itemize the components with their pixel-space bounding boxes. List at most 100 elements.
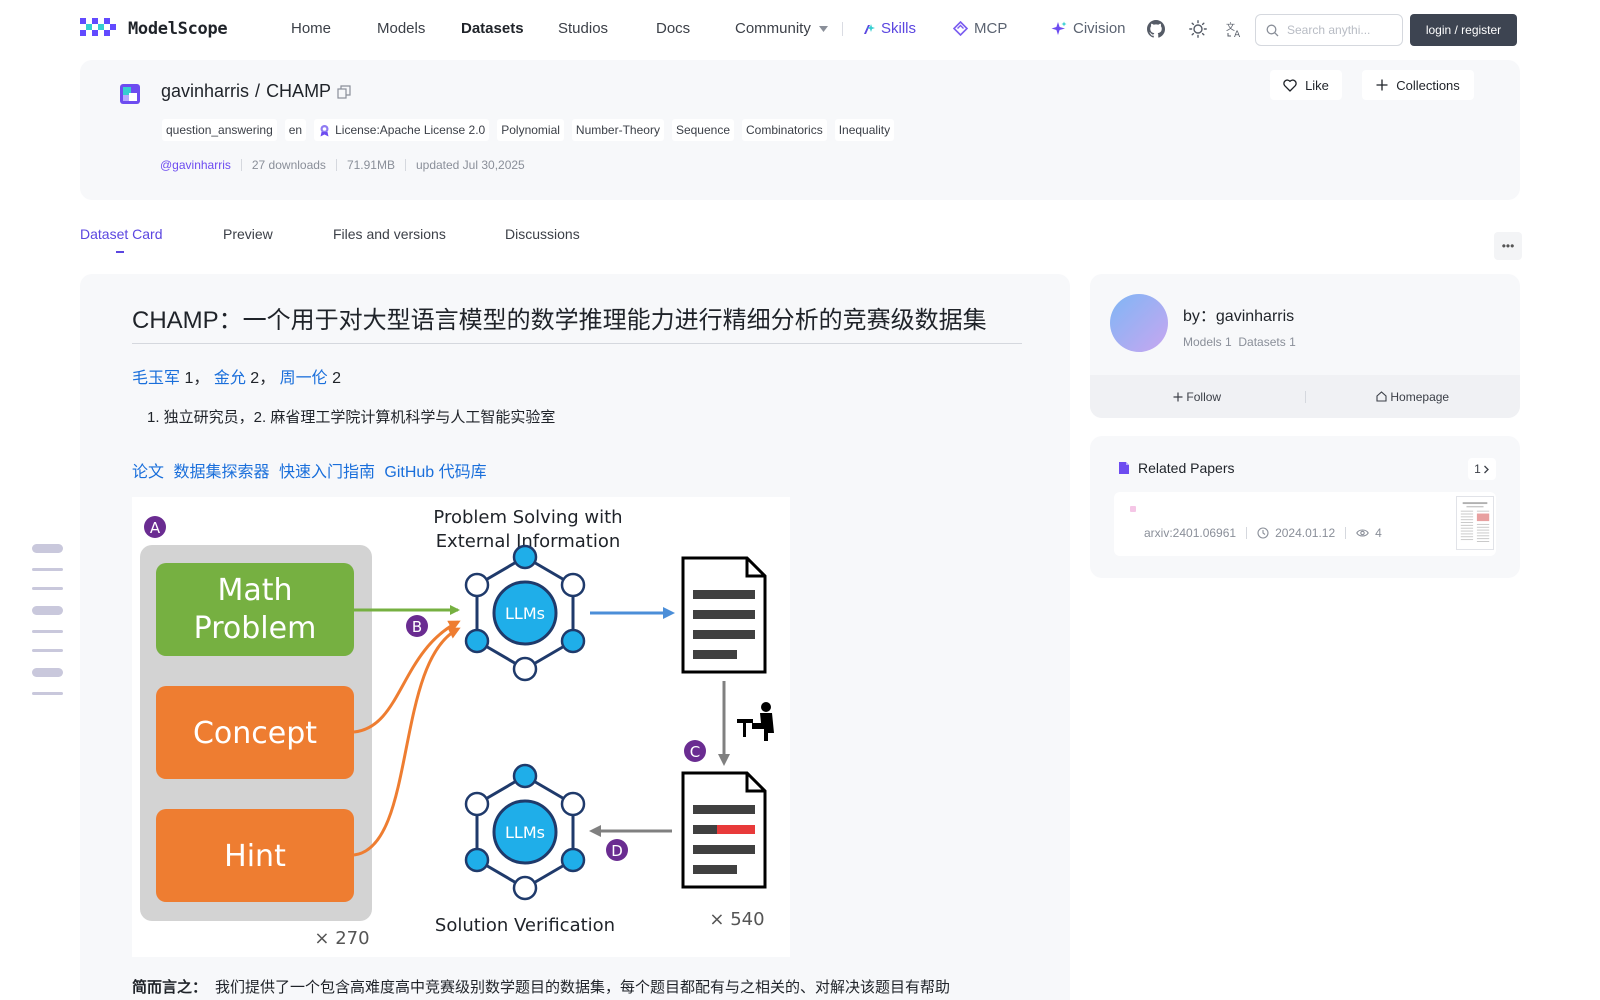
solution-document-icon: [681, 556, 767, 674]
toc-entry[interactable]: [32, 544, 63, 553]
chevron-right-icon: [1483, 465, 1489, 473]
homepage-button[interactable]: Homepage: [1306, 390, 1521, 404]
paper-page-thumbnail: [1456, 496, 1494, 550]
toc-entry[interactable]: [32, 668, 63, 677]
related-paper-item[interactable]: arxiv:2401.06961 2024.01.12 4: [1114, 492, 1496, 556]
author-name[interactable]: gavinharris: [1216, 308, 1294, 325]
tab-dataset-card[interactable]: Dataset Card: [80, 226, 162, 242]
nav-mcp[interactable]: MCP: [953, 20, 1007, 37]
hint-label: Hint: [224, 839, 286, 874]
dataset-explorer-link[interactable]: 数据集探索器: [173, 464, 269, 481]
ellipsis-icon: •••: [1501, 239, 1515, 253]
updated-date: updated Jul 30,2025: [415, 158, 525, 172]
search-box[interactable]: [1255, 14, 1403, 46]
tag-license[interactable]: License:Apache License 2.0: [314, 119, 490, 141]
like-label: Like: [1305, 77, 1329, 93]
tab-discussions[interactable]: Discussions: [505, 226, 580, 242]
author-affiliation-number: 1: [184, 370, 194, 387]
sparkle-icon: [1051, 21, 1067, 35]
toc-entry[interactable]: [32, 630, 63, 633]
tldr-label: 简而言之：: [132, 979, 208, 996]
author-link[interactable]: 周一伦: [280, 370, 328, 387]
github-repo-link[interactable]: GitHub 代码库: [384, 464, 486, 481]
papers-count-button[interactable]: 1: [1468, 458, 1496, 480]
datasets-count[interactable]: Datasets 1: [1238, 335, 1295, 349]
author-link[interactable]: @gavinharris: [160, 158, 231, 172]
author-list: 毛玉军 1， 金允 2， 周一伦 2: [132, 370, 342, 387]
tab-preview[interactable]: Preview: [223, 226, 273, 242]
human-annotator-icon: [737, 702, 774, 741]
tab-files-and-versions[interactable]: Files and versions: [333, 226, 446, 242]
paper-thumbnail-placeholder: [1130, 506, 1136, 512]
badge-a-label: A: [150, 519, 161, 537]
title-separator: /: [255, 81, 261, 101]
by-prefix: by：: [1183, 308, 1216, 325]
nav-models[interactable]: Models: [377, 20, 425, 37]
solution-count: × 540: [709, 909, 764, 930]
toc-entry[interactable]: [32, 606, 63, 615]
related-papers-card: Related Papers 1 arxiv:2401.06961 2024.0…: [1090, 436, 1520, 578]
nav-skills[interactable]: Skills: [862, 20, 916, 37]
quickstart-link[interactable]: 快速入门指南: [279, 464, 375, 481]
modelscope-logo-mark: [80, 18, 116, 36]
resource-links: 论文 数据集探索器 快速入门指南 GitHub 代码库: [132, 458, 492, 482]
author-affiliation-number: 2: [250, 370, 260, 387]
meta-divider: [1246, 527, 1248, 539]
tag-number-theory[interactable]: Number-Theory: [571, 119, 664, 141]
tag-combinatorics[interactable]: Combinatorics: [742, 119, 827, 141]
tag-language[interactable]: en: [284, 119, 307, 141]
follow-button[interactable]: Follow: [1090, 390, 1305, 404]
concept-label: Concept: [193, 716, 317, 751]
paper-link[interactable]: 论文: [132, 464, 164, 481]
dataset-title: gavinharris / CHAMP: [161, 81, 351, 102]
nav-home[interactable]: Home: [291, 20, 331, 37]
copy-icon[interactable]: [337, 84, 351, 99]
collections-button[interactable]: Collections: [1362, 70, 1474, 100]
search-input[interactable]: [1287, 23, 1391, 37]
badge-d-label: D: [611, 842, 623, 860]
paper-icon: [1119, 462, 1129, 474]
affiliations: 1. 独立研究员，2. 麻省理工学院计算机科学与人工智能实验室: [147, 409, 556, 426]
toc-entry[interactable]: [32, 587, 63, 590]
homepage-label: Homepage: [1390, 389, 1450, 404]
collections-label: Collections: [1396, 77, 1460, 93]
more-options-button[interactable]: •••: [1494, 232, 1522, 260]
paper-arxiv-id: arxiv:2401.06961: [1144, 526, 1237, 540]
toc-entry[interactable]: [32, 649, 63, 652]
clock-icon: [1257, 527, 1269, 539]
meta-divider: [240, 159, 242, 171]
modelscope-logo[interactable]: ModelScope: [80, 18, 228, 40]
nav-civision-label: Civision: [1073, 20, 1126, 37]
author-link[interactable]: 金允: [214, 370, 246, 387]
nav-datasets[interactable]: Datasets: [461, 20, 524, 37]
tag-sequence[interactable]: Sequence: [671, 119, 734, 141]
caret-down-icon: [818, 25, 828, 32]
language-icon[interactable]: 文A: [1225, 19, 1245, 39]
nav-civision[interactable]: Civision: [1051, 20, 1126, 37]
toc-entry[interactable]: [32, 568, 63, 571]
sun-theme-icon[interactable]: [1188, 19, 1208, 39]
nav-divider: [842, 22, 843, 36]
readme-title: CHAMP：一个用于对大型语言模型的数学推理能力进行精细分析的竞赛级数据集: [132, 300, 1022, 344]
follow-label: Follow: [1186, 389, 1222, 404]
papers-count: 1: [1474, 462, 1481, 476]
toc-entry[interactable]: [32, 692, 63, 695]
tag-task[interactable]: question_answering: [162, 119, 277, 141]
tag-inequality[interactable]: Inequality: [834, 119, 895, 141]
dataset-owner[interactable]: gavinharris: [161, 81, 249, 102]
nav-studios[interactable]: Studios: [558, 20, 608, 37]
paper-views: 4: [1375, 526, 1382, 540]
nav-docs[interactable]: Docs: [656, 20, 690, 37]
tag-polynomial[interactable]: Polynomial: [497, 119, 564, 141]
author-link[interactable]: 毛玉军: [132, 370, 180, 387]
login-register-button[interactable]: login / register: [1410, 14, 1517, 46]
nav-community[interactable]: Community: [735, 20, 828, 37]
avatar[interactable]: [1110, 294, 1168, 352]
tldr-paragraph: 简而言之： 我们提供了一个包含高难度高中竞赛级别数学题目的数据集，每个题目都配有与…: [132, 976, 950, 997]
paper-date: 2024.01.12: [1275, 526, 1336, 540]
models-count[interactable]: Models 1: [1183, 335, 1232, 349]
like-button[interactable]: Like: [1270, 70, 1342, 100]
github-icon[interactable]: [1146, 19, 1166, 39]
nav-mcp-label: MCP: [974, 20, 1008, 37]
figure-top-title-1: Problem Solving with: [433, 507, 622, 528]
